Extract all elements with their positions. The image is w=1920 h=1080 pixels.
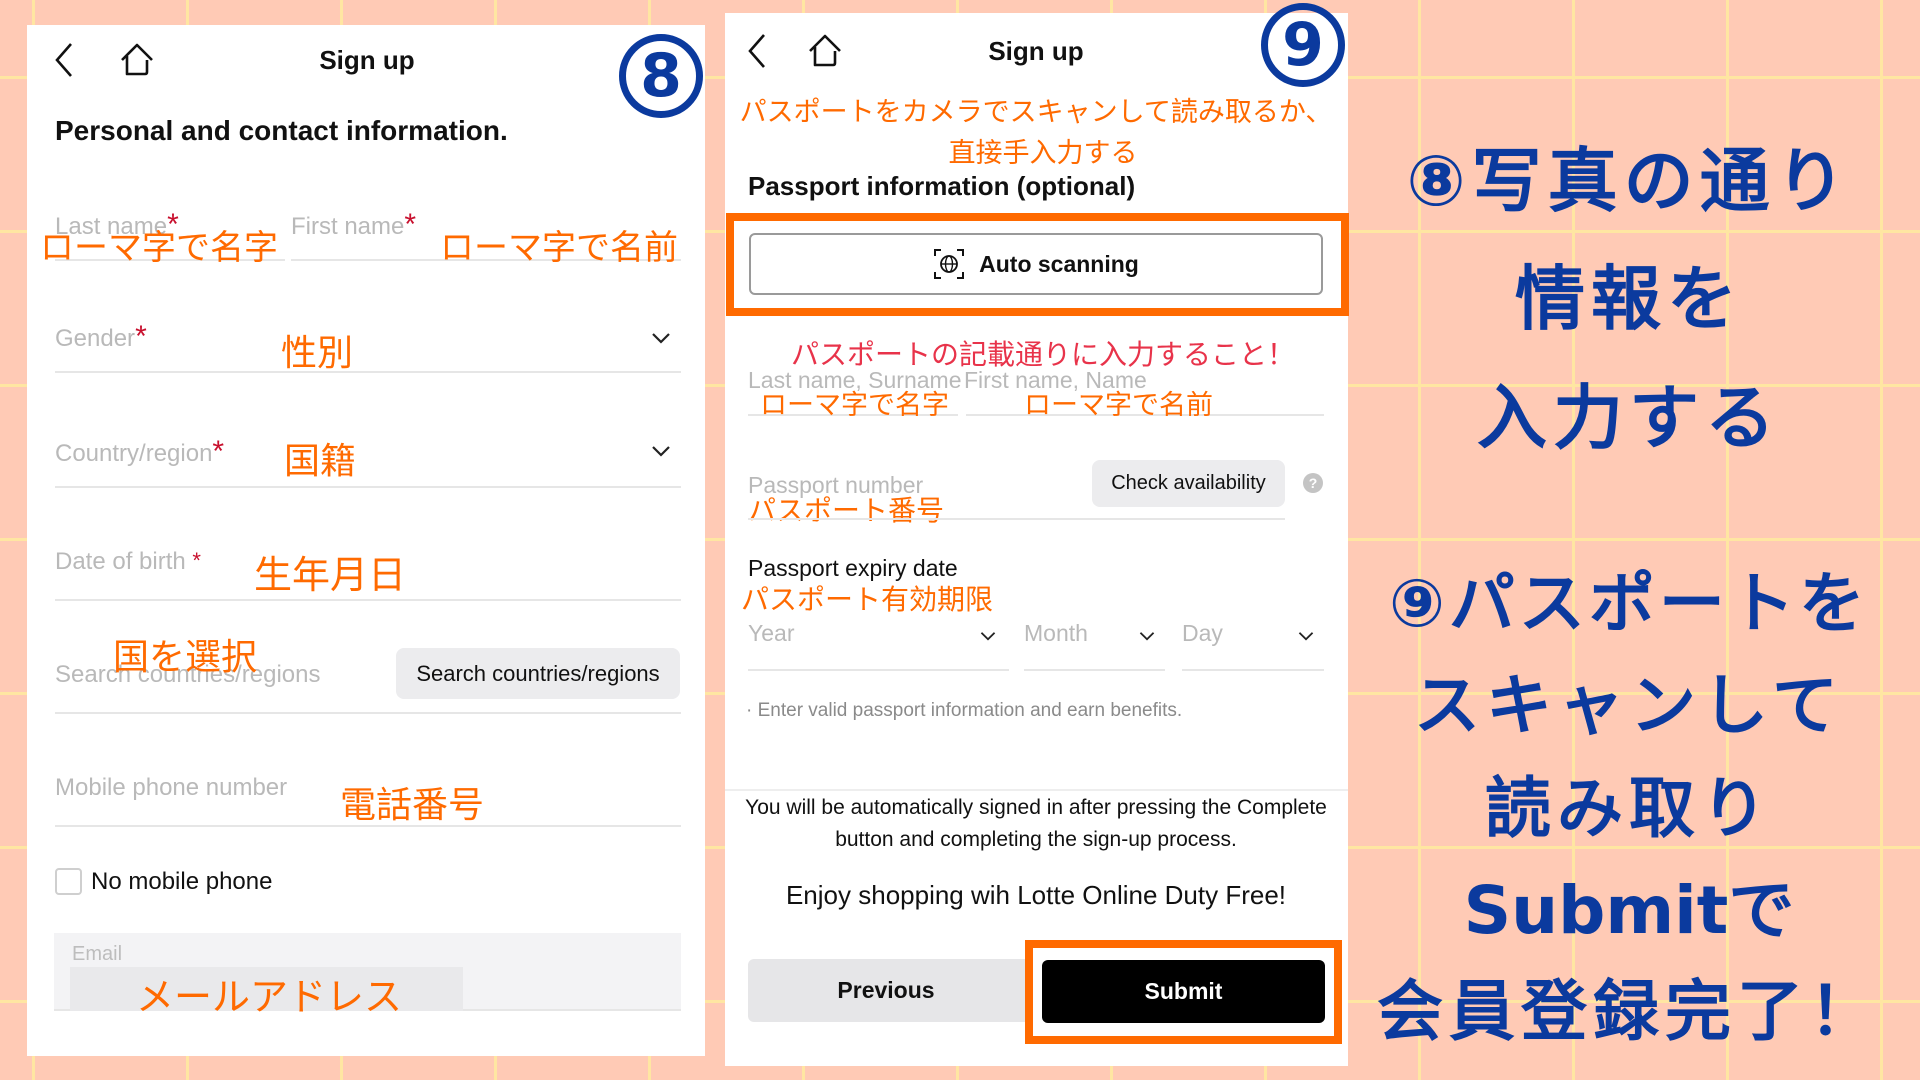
search-countries-button[interactable]: Search countries/regions xyxy=(396,648,680,699)
passport-number-underline xyxy=(748,518,1285,520)
instruction-step9-line1: ⑨パスポートを xyxy=(1389,565,1869,642)
gender-select[interactable]: Gender* xyxy=(55,320,147,354)
required-mark: * xyxy=(212,435,225,468)
first-name-annotation: ローマ字で名前 xyxy=(440,228,678,268)
no-mobile-label: No mobile phone xyxy=(91,868,273,895)
section-title: Passport information (optional) xyxy=(748,171,1136,201)
dob-annotation: 生年月日 xyxy=(254,553,407,597)
required-mark: * xyxy=(192,548,201,573)
month-underline xyxy=(1024,669,1165,671)
scan-instruction-annotation: パスポートをカメラでスキャンして読み取るか、 xyxy=(739,97,1333,128)
last-name-annotation: ローマ字で名字 xyxy=(760,390,949,421)
country-placeholder: Country/region xyxy=(55,440,213,467)
signin-note-line1: You will be automatically signed in afte… xyxy=(745,796,1327,819)
page-title: Sign up xyxy=(319,45,415,75)
section-title: Personal and contact information. xyxy=(55,115,508,146)
year-select[interactable]: Year xyxy=(748,620,794,647)
mobile-annotation: 電話番号 xyxy=(340,785,485,826)
scan-instruction-annotation-2: 直接手入力する xyxy=(948,138,1138,169)
divider xyxy=(725,789,1348,791)
first-name-annotation: ローマ字で名前 xyxy=(1024,390,1213,421)
signin-note-line2: button and completing the sign-up proces… xyxy=(835,828,1237,851)
instruction-step8-line2: 情報を xyxy=(1515,258,1743,340)
mobile-phone-input[interactable]: Mobile phone number xyxy=(55,774,287,802)
auto-scanning-label: Auto scanning xyxy=(979,250,1139,277)
question-circle-icon[interactable]: ? xyxy=(1303,473,1323,493)
day-select[interactable]: Day xyxy=(1182,620,1223,647)
mobile-underline xyxy=(55,825,681,827)
last-name-annotation: ローマ字で名字 xyxy=(40,228,278,268)
submit-button[interactable]: Submit xyxy=(1042,960,1325,1023)
previous-button[interactable]: Previous xyxy=(748,959,1048,1022)
home-icon xyxy=(809,34,841,67)
gender-placeholder: Gender xyxy=(55,325,136,352)
home-button[interactable] xyxy=(117,40,157,80)
email-placeholder: Email xyxy=(72,943,123,965)
chevron-down-icon[interactable] xyxy=(979,630,997,642)
back-button[interactable] xyxy=(44,40,84,80)
email-annotation: メールアドレス xyxy=(136,975,403,1019)
auto-scanning-button[interactable]: Auto scanning xyxy=(749,233,1323,295)
chevron-left-icon xyxy=(55,43,72,77)
country-select[interactable]: Country/region* xyxy=(55,435,224,469)
country-underline xyxy=(55,486,681,488)
dob-underline xyxy=(55,599,681,601)
instruction-step9-line4: Submitで xyxy=(1463,872,1795,949)
home-button[interactable] xyxy=(805,31,845,71)
month-select[interactable]: Month xyxy=(1024,620,1088,647)
gender-underline xyxy=(55,371,681,373)
instruction-step9-line5: 会員登録完了！ xyxy=(1377,973,1881,1050)
chevron-down-icon[interactable] xyxy=(1138,630,1156,642)
instruction-step8-line1: ⑧写真の通り xyxy=(1406,140,1852,222)
required-mark: * xyxy=(135,320,147,353)
dob-field[interactable]: Date of birth * xyxy=(55,548,201,576)
back-button[interactable] xyxy=(737,31,777,71)
scan-globe-icon xyxy=(934,249,965,279)
home-icon xyxy=(121,43,153,76)
search-underline xyxy=(55,712,681,714)
first-name-field[interactable]: First name* xyxy=(291,208,416,242)
passport-number-annotation: パスポート番号 xyxy=(748,494,945,527)
benefits-note: · Enter valid passport information and e… xyxy=(746,700,1183,721)
personal-info-screen xyxy=(27,25,705,1056)
chevron-left-icon xyxy=(748,34,765,68)
page-title: Sign up xyxy=(988,36,1084,66)
expiry-annotation: パスポート有効期限 xyxy=(741,583,994,616)
country-annotation: 国籍 xyxy=(284,441,357,482)
step-number-badge: 9 xyxy=(1261,3,1345,87)
instruction-step8-line3: 入力する xyxy=(1477,377,1781,459)
gender-annotation: 性別 xyxy=(281,333,354,374)
day-underline xyxy=(1182,669,1324,671)
instruction-step9-line3: 読み取り xyxy=(1485,770,1773,847)
dob-placeholder: Date of birth xyxy=(55,548,186,575)
year-underline xyxy=(748,669,1009,671)
search-country-annotation: 国を選択 xyxy=(113,637,258,678)
instruction-step9-line2: スキャンして xyxy=(1413,667,1845,744)
check-availability-button[interactable]: Check availability xyxy=(1092,460,1285,507)
chevron-down-icon[interactable] xyxy=(1297,630,1315,642)
required-mark: * xyxy=(404,208,417,241)
first-name-placeholder: First name xyxy=(291,213,405,240)
chevron-down-icon[interactable] xyxy=(650,331,672,345)
step-number-badge: 8 xyxy=(619,34,703,118)
chevron-down-icon[interactable] xyxy=(650,444,672,458)
no-mobile-checkbox[interactable] xyxy=(55,868,82,895)
enjoy-text: Enjoy shopping wih Lotte Online Duty Fre… xyxy=(785,880,1287,910)
